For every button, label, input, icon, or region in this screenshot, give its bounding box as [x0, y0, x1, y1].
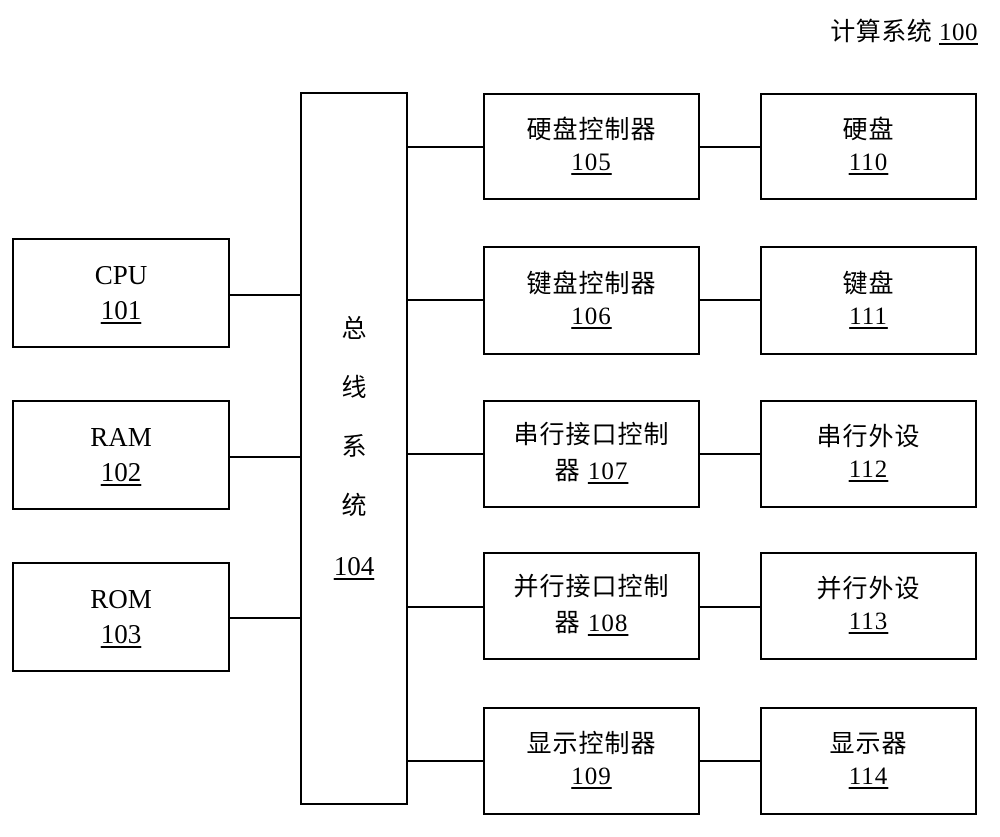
block-serial-peripheral-label: 串行外设 — [816, 424, 921, 451]
wire-serial-ctrl-to-serial-dev — [698, 453, 762, 455]
block-serial-controller-label-line2: 器 107 — [555, 454, 629, 490]
block-serial-peripheral[interactable]: 串行外设 112 — [760, 400, 977, 508]
block-bus-number: 104 — [333, 551, 375, 581]
block-serial-controller-label-line1: 串行接口控制 — [513, 421, 670, 449]
block-keyboard[interactable]: 键盘 111 — [760, 246, 977, 355]
wire-rom-to-bus — [228, 617, 302, 619]
block-hdd-controller-number: 105 — [571, 148, 612, 176]
block-serial-controller-number: 107 — [587, 458, 629, 485]
block-ram[interactable]: RAM 102 — [12, 400, 230, 510]
wire-bus-to-hdd-ctrl-seg1 — [406, 146, 485, 148]
block-hard-disk-label: 硬盘 — [842, 116, 895, 144]
block-serial-controller[interactable]: 串行接口控制 器 107 — [483, 400, 700, 508]
bus-label-stack: 总 线 系 统 104 — [334, 317, 375, 580]
wire-display-ctrl-to-display — [698, 760, 762, 762]
figure-title-number: 100 — [939, 19, 978, 46]
block-keyboard-label: 键盘 — [842, 270, 895, 298]
block-keyboard-controller[interactable]: 键盘控制器 106 — [483, 246, 700, 355]
block-parallel-peripheral-label: 并行外设 — [816, 576, 921, 603]
bus-label-char-1: 线 — [341, 375, 367, 402]
block-serial-peripheral-number: 112 — [848, 456, 889, 483]
block-bus-system[interactable]: 总 线 系 统 104 — [300, 92, 408, 805]
wire-hdd-ctrl-to-hdd — [698, 146, 762, 148]
wire-ram-to-bus — [228, 456, 302, 458]
wire-parallel-ctrl-to-parallel-dev — [698, 606, 762, 608]
block-display-controller-label: 显示控制器 — [526, 731, 657, 758]
block-hard-disk-number: 110 — [848, 148, 889, 176]
block-keyboard-controller-number: 106 — [571, 302, 612, 330]
block-parallel-controller-label-tail: 器 — [554, 610, 581, 637]
block-display-label: 显示器 — [829, 731, 908, 758]
block-keyboard-number: 111 — [849, 302, 888, 330]
block-hdd-controller[interactable]: 硬盘控制器 105 — [483, 93, 700, 200]
figure-title: 计算系统 100 — [830, 12, 978, 48]
block-parallel-controller[interactable]: 并行接口控制 器 108 — [483, 552, 700, 660]
wire-bus-to-kbd-ctrl-seg1 — [406, 299, 485, 301]
block-parallel-controller-number: 108 — [587, 610, 629, 637]
block-cpu[interactable]: CPU 101 — [12, 238, 230, 348]
block-cpu-number: 101 — [100, 295, 142, 325]
wire-bus-to-parallel-ctrl-seg1 — [406, 606, 485, 608]
block-rom-number: 103 — [100, 619, 142, 649]
block-display-controller[interactable]: 显示控制器 109 — [483, 707, 700, 815]
block-parallel-controller-label-line2: 器 108 — [555, 606, 629, 642]
block-display-controller-number: 109 — [571, 763, 612, 790]
block-ram-number: 102 — [100, 457, 142, 487]
block-parallel-peripheral[interactable]: 并行外设 113 — [760, 552, 977, 660]
block-hdd-controller-label: 硬盘控制器 — [526, 116, 657, 144]
block-rom-label: ROM — [90, 584, 152, 615]
block-display[interactable]: 显示器 114 — [760, 707, 977, 815]
block-display-number: 114 — [848, 763, 889, 790]
block-ram-label: RAM — [90, 422, 152, 453]
bus-label-char-0: 总 — [341, 316, 367, 343]
bus-label-char-2: 系 — [341, 434, 367, 461]
wire-bus-to-display-ctrl-seg1 — [406, 760, 485, 762]
block-parallel-controller-label-line1: 并行接口控制 — [513, 573, 670, 601]
block-parallel-peripheral-number: 113 — [848, 608, 889, 635]
wire-cpu-to-bus — [228, 294, 302, 296]
figure-title-text: 计算系统 — [830, 19, 933, 46]
figure-canvas: 计算系统 100 CPU 101 RAM 102 ROM 103 总 线 系 统… — [0, 0, 1000, 837]
block-cpu-label: CPU — [94, 260, 148, 291]
block-serial-controller-label-tail: 器 — [554, 458, 581, 485]
wire-kbd-ctrl-to-keyboard — [698, 299, 762, 301]
wire-bus-to-serial-ctrl-seg1 — [406, 453, 485, 455]
block-keyboard-controller-label: 键盘控制器 — [526, 270, 657, 298]
block-rom[interactable]: ROM 103 — [12, 562, 230, 672]
block-hard-disk[interactable]: 硬盘 110 — [760, 93, 977, 200]
bus-label-char-3: 统 — [341, 493, 367, 520]
